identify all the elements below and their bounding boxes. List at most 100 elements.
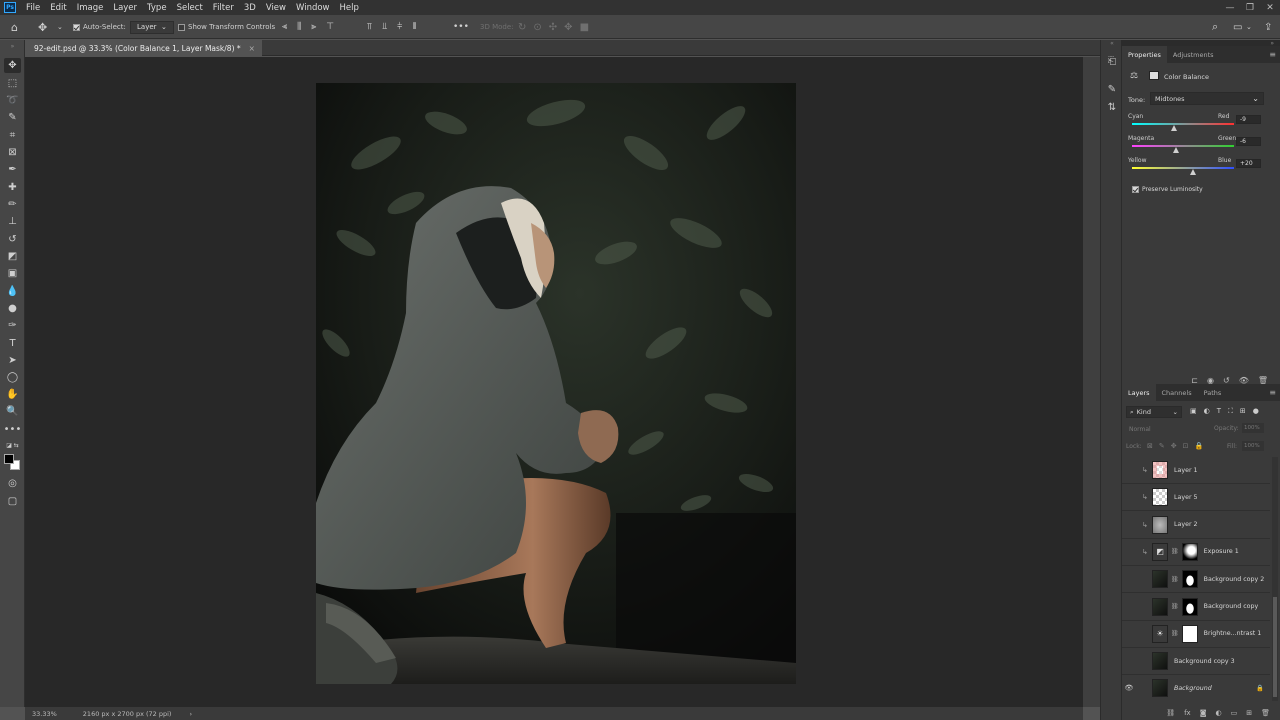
slider-thumb[interactable] xyxy=(1172,147,1179,153)
auto-select-checkbox[interactable]: Auto-Select: xyxy=(73,15,126,39)
new-group-icon[interactable]: ▭ xyxy=(1231,709,1238,717)
menu-window[interactable]: Window xyxy=(291,3,335,13)
layer-name[interactable]: Exposure 1 xyxy=(1204,548,1239,555)
filter-smart-object-icon[interactable]: ⊞ xyxy=(1240,407,1246,416)
menu-type[interactable]: Type xyxy=(142,3,172,13)
vertical-scrollbar[interactable] xyxy=(1083,57,1100,707)
preserve-luminosity-checkbox[interactable]: Preserve Luminosity xyxy=(1132,186,1203,193)
move-tool-icon[interactable]: ✥ xyxy=(4,58,21,73)
zoom-level[interactable]: 33.33% xyxy=(32,710,57,718)
filter-toggle-icon[interactable]: ● xyxy=(1253,407,1259,416)
layer-style-icon[interactable]: fx xyxy=(1184,709,1191,717)
lock-icon[interactable]: 🔒 xyxy=(1256,684,1264,692)
adjustments-panel-icon[interactable]: ⇅ xyxy=(1105,100,1119,114)
layer-filter-dropdown[interactable]: ⌕ Kind ⌄ xyxy=(1126,406,1182,418)
menu-image[interactable]: Image xyxy=(72,3,109,13)
layer-row[interactable]: ⛓ Background copy 2 xyxy=(1122,566,1270,594)
quick-select-tool-icon[interactable]: ✎ xyxy=(4,110,21,125)
link-layers-icon[interactable]: ⛓ xyxy=(1166,709,1175,717)
layer-thumbnail[interactable] xyxy=(1152,515,1168,534)
align-left-icon[interactable]: ⫷ xyxy=(282,22,287,32)
menu-help[interactable]: Help xyxy=(335,3,364,13)
quick-mask-icon[interactable]: ◎ xyxy=(4,476,21,491)
layer-name[interactable]: Background copy 2 xyxy=(1204,576,1265,583)
mask-link-icon[interactable]: ⛓ xyxy=(1171,576,1179,583)
zoom-tool-icon[interactable]: 🔍 xyxy=(4,404,21,419)
close-icon[interactable]: ✕ xyxy=(1260,0,1280,15)
edit-toolbar-icon[interactable]: ••• xyxy=(4,422,22,437)
tab-layers[interactable]: Layers xyxy=(1122,384,1156,401)
layer-name[interactable]: Layer 5 xyxy=(1174,494,1198,501)
layer-row[interactable]: ↳ Layer 5 xyxy=(1122,484,1270,512)
layer-thumbnail[interactable]: ◩ xyxy=(1152,542,1168,561)
layers-scrollbar[interactable] xyxy=(1272,457,1278,701)
gradient-tool-icon[interactable]: ▣ xyxy=(4,266,21,281)
distribute-top-icon[interactable]: ⫪ xyxy=(367,22,372,32)
foreground-color-swatch[interactable] xyxy=(4,454,14,464)
lock-position-icon[interactable]: ✥ xyxy=(1171,442,1177,450)
distribute-bottom-icon[interactable]: ⫩ xyxy=(397,22,402,32)
minimize-icon[interactable]: — xyxy=(1220,0,1240,15)
slider-track[interactable] xyxy=(1132,145,1234,147)
layer-thumbnail[interactable]: ☀ xyxy=(1152,624,1168,643)
clone-stamp-tool-icon[interactable]: ⊥ xyxy=(4,214,21,229)
layer-thumbnail[interactable] xyxy=(1152,570,1168,589)
tab-channels[interactable]: Channels xyxy=(1156,384,1198,401)
screen-mode-icon[interactable]: ▢ xyxy=(4,494,21,509)
slider-thumb[interactable] xyxy=(1190,169,1197,175)
slider-track[interactable] xyxy=(1132,123,1234,125)
workspace-chevron-icon[interactable]: ⌄ xyxy=(1246,15,1252,39)
healing-brush-tool-icon[interactable]: ✚ xyxy=(4,180,21,195)
layer-row[interactable]: ☀ ⛓ Brightne...ntrast 1 xyxy=(1122,621,1270,648)
3d-slide-icon[interactable]: ✥ xyxy=(564,22,572,33)
menu-filter[interactable]: Filter xyxy=(208,3,239,13)
canvas-area[interactable] xyxy=(25,57,1083,707)
menu-select[interactable]: Select xyxy=(172,3,208,13)
marquee-tool-icon[interactable]: ⬚ xyxy=(4,76,21,91)
distribute-middle-icon[interactable]: ⫫ xyxy=(382,22,387,32)
slider-value-input[interactable]: +20 xyxy=(1236,159,1261,168)
pen-tool-icon[interactable]: ✑ xyxy=(4,318,21,333)
crop-tool-icon[interactable]: ⌗ xyxy=(4,128,21,143)
layer-name[interactable]: Background copy 3 xyxy=(1174,658,1235,665)
history-brush-tool-icon[interactable]: ↺ xyxy=(4,232,21,247)
slider-value-input[interactable]: -6 xyxy=(1236,137,1261,146)
lock-artboard-icon[interactable]: ⊡ xyxy=(1183,442,1189,450)
tone-dropdown[interactable]: Midtones ⌄ xyxy=(1150,92,1264,105)
mask-link-icon[interactable]: ⛓ xyxy=(1171,630,1179,637)
canvas-image[interactable] xyxy=(316,83,796,684)
eraser-tool-icon[interactable]: ◩ xyxy=(4,249,21,264)
align-top-icon[interactable]: ⊤ xyxy=(326,22,334,32)
history-panel-icon[interactable]: ⎗ xyxy=(1105,54,1119,68)
distribute-h-icon[interactable]: ⦀ xyxy=(412,22,416,32)
filter-type-icon[interactable]: T xyxy=(1217,407,1221,416)
mask-link-icon[interactable]: ⛓ xyxy=(1171,548,1179,555)
3d-roll-icon[interactable]: ⊙ xyxy=(533,22,541,33)
layer-row[interactable]: ↳ Layer 1 xyxy=(1122,457,1270,484)
tab-properties[interactable]: Properties xyxy=(1122,46,1167,63)
layer-name[interactable]: Brightne...ntrast 1 xyxy=(1204,630,1262,637)
panels-collapse-icon[interactable]: « xyxy=(1105,40,1119,47)
path-selection-tool-icon[interactable]: ➤ xyxy=(4,353,21,368)
layers-scrollbar-thumb[interactable] xyxy=(1273,597,1277,697)
layer-name[interactable]: Background xyxy=(1174,685,1212,692)
document-tab[interactable]: 92-edit.psd @ 33.3% (Color Balance 1, La… xyxy=(25,40,262,56)
dodge-tool-icon[interactable]: ● xyxy=(4,301,21,316)
layer-row[interactable]: Background copy 3 xyxy=(1122,648,1270,676)
mask-link-icon[interactable]: ⛓ xyxy=(1171,603,1179,610)
type-tool-icon[interactable]: T xyxy=(4,336,21,351)
visibility-eye-icon[interactable]: 👁 xyxy=(1122,684,1136,692)
3d-scale-icon[interactable]: ■ xyxy=(580,22,589,33)
menu-view[interactable]: View xyxy=(261,3,291,13)
blur-tool-icon[interactable]: 💧 xyxy=(4,284,21,299)
new-layer-icon[interactable]: ⊞ xyxy=(1246,709,1252,717)
ellipse-tool-icon[interactable]: ◯ xyxy=(4,370,21,385)
layer-thumbnail[interactable] xyxy=(1152,461,1168,479)
slider-track[interactable] xyxy=(1132,167,1234,169)
filter-pixel-icon[interactable]: ▣ xyxy=(1190,407,1197,416)
lasso-tool-icon[interactable]: ➰ xyxy=(4,93,21,108)
lock-image-icon[interactable]: ✎ xyxy=(1159,442,1165,450)
restore-icon[interactable]: ❐ xyxy=(1240,0,1260,15)
eyedropper-tool-icon[interactable]: ✒ xyxy=(4,162,21,177)
menu-edit[interactable]: Edit xyxy=(45,3,71,13)
